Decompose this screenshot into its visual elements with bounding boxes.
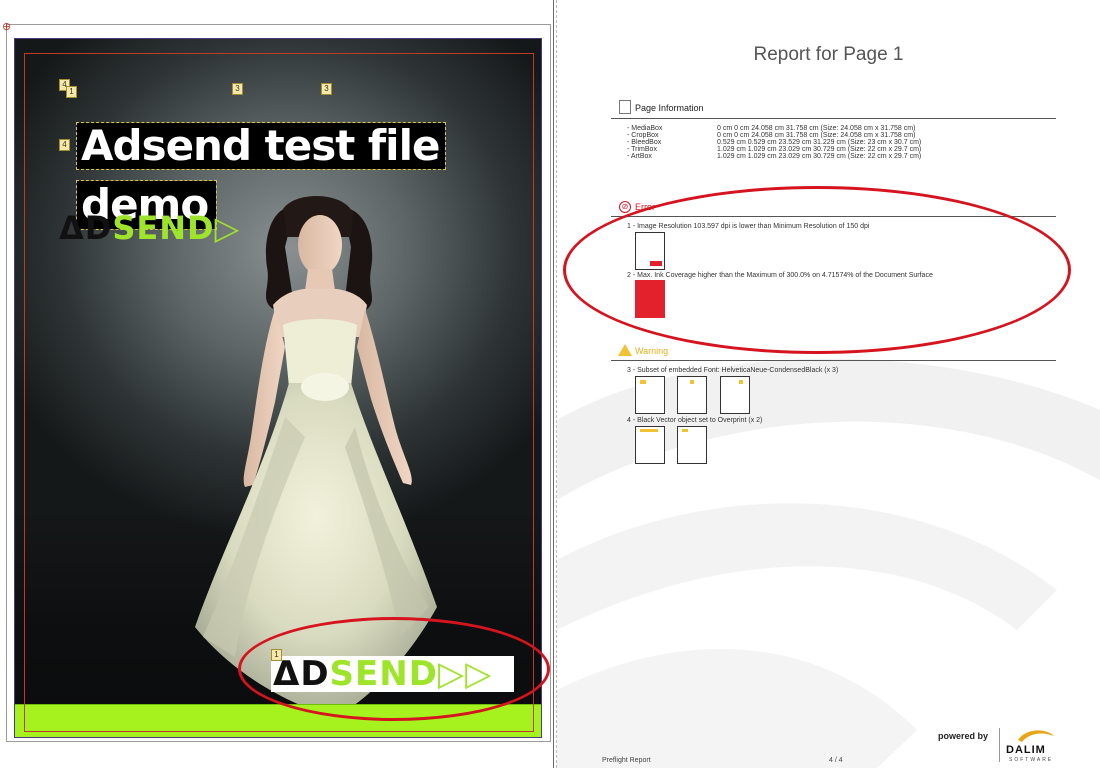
dalim-brand-text: DALIM xyxy=(1006,744,1046,756)
error-icon: ⊘ xyxy=(619,201,631,213)
dalim-swoosh-icon xyxy=(1018,730,1054,742)
warning-thumbnail[interactable] xyxy=(677,426,707,464)
adsend-logo: ΔDSEND▷ xyxy=(59,209,241,247)
logo-ad-text: ΔD xyxy=(59,209,113,247)
footer-report-label: Preflight Report xyxy=(602,757,651,764)
registration-mark: ⊕ xyxy=(2,21,12,33)
annotation-marker[interactable]: 1 xyxy=(66,86,77,98)
brand-divider xyxy=(999,728,1000,762)
box-row: - BleedBox 0.529 cm 0.529 cm 23.529 cm 31… xyxy=(627,139,922,146)
annotation-marker[interactable]: 3 xyxy=(321,83,332,95)
box-row: - ArtBox 1.029 cm 1.029 cm 23.029 cm 30.7… xyxy=(627,153,922,160)
footer-page-number: 4 / 4 xyxy=(829,757,843,764)
annotation-ellipse-errors xyxy=(563,186,1071,354)
box-list: - MediaBox 0 cm 0 cm 24.058 cm 31.758 cm … xyxy=(627,125,921,160)
headline-line-1[interactable]: Adsend test file xyxy=(75,122,447,170)
warning-item[interactable]: 4 - Black Vector object set to Overprint… xyxy=(627,417,762,424)
box-row: - CropBox 0 cm 0 cm 24.058 cm 31.758 cm (… xyxy=(627,132,916,139)
section-title-warning: Warning xyxy=(635,346,669,356)
warning-item[interactable]: 3 - Subset of embedded Font: HelveticaNe… xyxy=(627,367,838,374)
report-title: Report for Page 1 xyxy=(753,44,904,65)
powered-by-label: powered by xyxy=(938,731,989,741)
section-divider xyxy=(611,118,1056,119)
dalim-brand-subtext: SOFTWARE xyxy=(1009,757,1054,763)
section-divider xyxy=(611,360,1056,361)
logo-send-text: SEND▷ xyxy=(112,209,241,247)
preflight-report-page: Report for Page 1 Page Information - Med… xyxy=(557,0,1100,768)
warning-thumbnail[interactable] xyxy=(677,376,707,414)
document-icon xyxy=(619,100,631,114)
warning-icon xyxy=(618,344,632,356)
box-row: - TrimBox 1.029 cm 1.029 cm 23.029 cm 30.… xyxy=(627,146,922,153)
box-row: - MediaBox 0 cm 0 cm 24.058 cm 31.758 cm … xyxy=(627,125,916,132)
warning-thumbnail[interactable] xyxy=(635,426,665,464)
annotation-marker[interactable]: 4 xyxy=(59,139,70,151)
warning-thumbnail[interactable] xyxy=(720,376,750,414)
warning-thumbnail[interactable] xyxy=(635,376,665,414)
pane-divider[interactable] xyxy=(553,0,554,768)
annotation-ellipse-logo xyxy=(238,617,550,721)
annotation-marker[interactable]: 3 xyxy=(232,83,243,95)
section-title-page-information: Page Information xyxy=(635,103,704,113)
